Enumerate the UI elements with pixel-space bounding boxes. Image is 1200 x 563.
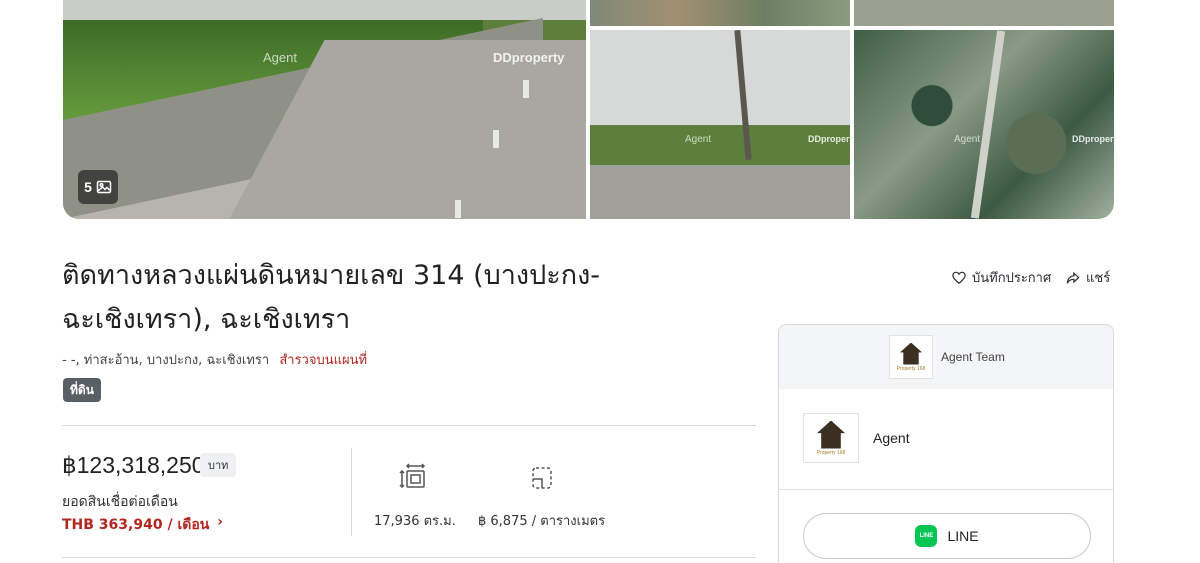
agent-contact-card: Property 168 Agent Team Property 168 Age…	[778, 324, 1114, 563]
address-text: - -, ท่าสะอ้าน, บางปะกง, ฉะเชิงเทรา	[62, 353, 270, 368]
logo-text: Property 168	[896, 365, 926, 372]
mortgage-value: THB 363,940 / เดือน	[62, 517, 210, 533]
thumbnail-photo[interactable]: Agent DDproperty	[590, 30, 850, 219]
divider	[62, 557, 756, 558]
photo-gallery[interactable]: Agent DDproperty Agent DDproperty Agent …	[63, 0, 1114, 219]
image-icon	[96, 180, 112, 194]
line-contact-button[interactable]: LINE LINE	[803, 513, 1091, 559]
area-value: 17,936 ตร.ม.	[374, 514, 456, 529]
line-icon: LINE	[915, 525, 938, 547]
lane-marking	[523, 80, 529, 98]
divider	[779, 489, 1113, 490]
watermark-agent: Agent	[685, 134, 712, 145]
watermark-agent: Agent	[263, 50, 297, 65]
house-logo-icon	[817, 420, 845, 449]
agent-team-header[interactable]: Property 168 Agent Team	[779, 325, 1113, 389]
heart-icon	[952, 271, 966, 284]
area-resize-icon	[399, 463, 425, 489]
vertical-divider	[351, 448, 352, 536]
divider	[62, 425, 756, 426]
photo-count-button[interactable]: 5	[78, 170, 118, 204]
floor-plan-icon	[531, 467, 552, 489]
thumbnail-photo[interactable]: Agent DDproperty	[854, 30, 1114, 219]
mortgage-estimate-link[interactable]: THB 363,940 / เดือน ›	[62, 514, 223, 536]
price-per-area-value: ฿ 6,875 / ตารางเมตร	[478, 514, 606, 529]
currency-badge: บาท	[200, 453, 237, 477]
watermark-brand: DDproperty	[808, 134, 850, 144]
save-listing-label: บันทึกประกาศ	[972, 271, 1052, 286]
lane-marking	[493, 130, 499, 148]
house-logo-icon	[900, 342, 922, 365]
agent-team-name: Agent Team	[941, 350, 1005, 364]
photo-count: 5	[84, 179, 92, 195]
share-label: แชร์	[1086, 271, 1111, 286]
area-stat: 17,936 ตร.ม.	[374, 462, 456, 531]
photo-map-road	[970, 30, 1006, 219]
watermark-agent: Agent	[954, 134, 981, 145]
watermark-brand: DDproperty	[1072, 134, 1114, 144]
main-photo[interactable]: Agent DDproperty	[63, 0, 586, 219]
explore-map-link[interactable]: สำรวจบนแผนที่	[279, 353, 367, 368]
share-icon	[1066, 271, 1080, 284]
agency-logo: Property 168	[889, 335, 933, 379]
save-listing-button[interactable]: บันทึกประกาศ	[952, 267, 1051, 288]
listing-address: - -, ท่าสะอ้าน, บางปะกง, ฉะเชิงเทรา สำรว…	[62, 349, 367, 370]
listing-title-line1: ติดทางหลวงแผ่นดินหมายเลข 314 (บางปะกง-	[62, 260, 601, 291]
thumbnail-photo[interactable]	[854, 0, 1114, 26]
chevron-right-icon: ›	[217, 514, 224, 530]
line-button-label: LINE	[947, 528, 979, 544]
mortgage-label: ยอดสินเชื่อต่อเดือน	[62, 494, 178, 510]
photo-pole	[734, 30, 752, 161]
thumbnail-photo[interactable]	[590, 0, 850, 26]
listing-title: ติดทางหลวงแผ่นดินหมายเลข 314 (บางปะกง- ฉ…	[62, 254, 702, 342]
share-button[interactable]: แชร์	[1066, 267, 1110, 288]
listing-title-line2: ฉะเชิงเทรา), ฉะเชิงเทรา	[62, 304, 351, 335]
logo-text: Property 168	[816, 449, 846, 456]
listing-price: ฿123,318,250	[62, 452, 205, 478]
lane-marking	[455, 200, 461, 218]
price-per-area-stat: ฿ 6,875 / ตารางเมตร	[478, 462, 605, 531]
agent-profile[interactable]: Property 168 Agent	[803, 413, 910, 463]
watermark-brand: DDproperty	[493, 50, 565, 65]
agent-avatar: Property 168	[803, 413, 859, 463]
agent-name: Agent	[873, 430, 910, 446]
property-type-badge: ที่ดิน	[63, 378, 101, 402]
